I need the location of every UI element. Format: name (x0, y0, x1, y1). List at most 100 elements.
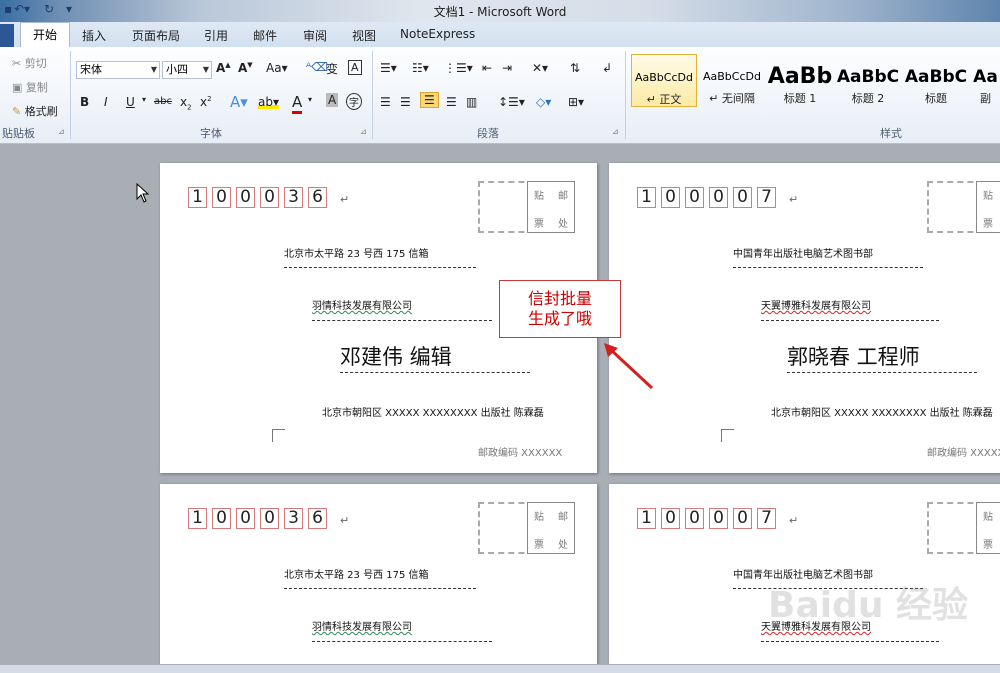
char-border-icon[interactable]: A (348, 60, 362, 75)
zip-digit: 0 (260, 187, 279, 208)
style-heading-1[interactable]: AaBb 标题 1 (767, 54, 833, 107)
stamp-text: 票 (534, 219, 544, 230)
line-spacing-icon[interactable]: ↕☰▾ (498, 95, 525, 109)
stamp-area: 贴 邮 票 处 (527, 502, 575, 554)
stamp-text: 邮 (558, 512, 568, 523)
style-subtitle[interactable]: Aa 副 (971, 54, 1000, 107)
font-launcher-icon[interactable]: ⊿ (360, 127, 367, 136)
style-heading-2[interactable]: AaBbC 标题 2 (835, 54, 901, 107)
address-underline (284, 588, 476, 589)
callout-line: 信封批量 (527, 289, 592, 308)
style-name: 副 (980, 92, 991, 105)
chevron-down-icon[interactable]: ▾ (308, 95, 312, 104)
style-title[interactable]: AaBbC 标题 (903, 54, 969, 107)
enclose-char-icon[interactable]: 字 (346, 93, 362, 110)
subscript-button[interactable]: x2 (180, 95, 192, 111)
clipboard-launcher-icon[interactable]: ⊿ (58, 127, 65, 136)
change-case-icon[interactable]: Aa▾ (266, 61, 288, 75)
multilevel-list-icon[interactable]: ⋮☰▾ (444, 61, 473, 75)
chinese-layout-icon[interactable]: ✕▾ (532, 61, 548, 75)
bullets-icon[interactable]: ☰▾ (380, 61, 397, 75)
sender-address: 北京市朝阳区 XXXXX XXXXXXXX 出版社 陈霖磊 (322, 408, 544, 419)
stamp-text: 处 (558, 219, 568, 230)
stamp-box: 贴 邮 票 处 (927, 181, 1000, 233)
envelope-page[interactable]: 1 0 0 0 3 6 ↵ 贴 邮 票 处 北京市太平路 23 号西 175 信… (160, 484, 597, 672)
justify-icon[interactable]: ☰ (446, 95, 457, 109)
superscript-button[interactable]: x2 (200, 95, 212, 109)
font-group-label: 字体 (200, 127, 222, 140)
font-color-icon[interactable]: A (292, 93, 303, 114)
clipboard-group-label: 贴贴板 (2, 127, 35, 140)
style-preview: AaBb (767, 64, 833, 89)
ribbon: ✂ 剪切 ▣ 复制 ✎ 格式刷 贴贴板 ⊿ 宋体 ▼ 小四 ▼ A▲ A▼ Aa▾ … (0, 47, 1000, 144)
decrease-indent-icon[interactable]: ⇤ (482, 61, 492, 75)
borders-icon[interactable]: ⊞▾ (568, 95, 584, 109)
align-left-icon[interactable]: ☰ (380, 95, 391, 109)
tab-mailings[interactable]: 邮件 (253, 27, 277, 44)
styles-group-label: 样式 (880, 127, 902, 140)
shrink-font-icon[interactable]: A▼ (238, 61, 253, 75)
paragraph-group-label: 段落 (477, 127, 499, 140)
callout-arrow-icon (604, 343, 654, 390)
zip-digit: 0 (709, 508, 728, 529)
tab-references[interactable]: 引用 (204, 27, 228, 44)
style-normal[interactable]: AaBbCcDd ↵ 正文 (631, 54, 697, 107)
sort-icon[interactable]: ⇅ (570, 61, 580, 75)
shading-icon[interactable]: ◇▾ (536, 95, 551, 109)
show-marks-icon[interactable]: ↲ (602, 61, 612, 75)
paragraph-mark-icon: ↵ (340, 193, 350, 206)
paragraph-mark-icon: ↵ (789, 193, 799, 206)
distributed-icon[interactable]: ▥ (466, 95, 477, 109)
margin-corner-mark (721, 429, 734, 442)
font-size-select[interactable]: 小四 ▼ (162, 61, 212, 79)
numbering-icon[interactable]: ☷▾ (412, 61, 429, 75)
tab-page-layout[interactable]: 页面布局 (132, 27, 180, 44)
copy-button[interactable]: ▣ 复制 (12, 79, 48, 95)
cut-button[interactable]: ✂ 剪切 (12, 55, 47, 71)
grow-font-icon[interactable]: A▲ (216, 61, 231, 75)
stamp-box: 贴 邮 票 处 (927, 502, 1000, 554)
align-right-icon[interactable]: ☰ (420, 92, 439, 108)
zip-digit: 1 (188, 187, 207, 208)
phonetic-guide-icon[interactable]: 变 (326, 60, 338, 77)
recipient-name: 邓建伟 编辑 (340, 345, 452, 369)
chevron-down-icon[interactable]: ▾ (142, 95, 146, 104)
envelope-page[interactable]: 1 0 0 0 0 7 ↵ 贴 邮 票 处 中国青年出版社电脑艺术图书部 天翼博… (609, 163, 1000, 473)
bold-button[interactable]: B (80, 95, 89, 109)
paragraph-mark-icon: ↵ (340, 514, 350, 527)
font-family-select[interactable]: 宋体 ▼ (76, 61, 160, 79)
zip-digit: 0 (685, 187, 704, 208)
stamp-area: 贴 邮 票 处 (976, 181, 1000, 233)
paragraph-launcher-icon[interactable]: ⊿ (612, 127, 619, 136)
format-painter-button[interactable]: ✎ 格式刷 (12, 103, 58, 119)
zip-digit: 0 (685, 508, 704, 529)
zip-digit: 0 (236, 508, 255, 529)
style-name: 标题 1 (783, 92, 817, 105)
highlight-icon[interactable]: ab▾ (258, 95, 279, 109)
zip-digit: 1 (637, 508, 656, 529)
char-shading-icon[interactable]: A (326, 93, 339, 107)
tab-home[interactable]: 开始 (20, 22, 70, 47)
zip-digit: 0 (212, 187, 231, 208)
chevron-down-icon: ▼ (202, 65, 209, 74)
style-no-spacing[interactable]: AaBbCcDd ↵ 无间隔 (699, 54, 765, 107)
recipient-address: 中国青年出版社电脑艺术图书部 (733, 249, 873, 260)
tab-view[interactable]: 视图 (352, 27, 376, 44)
tab-review[interactable]: 审阅 (303, 27, 327, 44)
align-center-icon[interactable]: ☰ (400, 95, 411, 109)
increase-indent-icon[interactable]: ⇥ (502, 61, 512, 75)
style-name: ↵ 正文 (646, 93, 682, 106)
address-underline (733, 267, 923, 268)
underline-button[interactable]: U (126, 95, 135, 109)
margin-corner-mark (272, 429, 285, 442)
stamp-text: 票 (534, 540, 544, 551)
text-effects-icon[interactable]: A▾ (230, 93, 248, 111)
tab-insert[interactable]: 插入 (82, 27, 106, 44)
company-underline (312, 320, 492, 321)
tab-noteexpress[interactable]: NoteExpress (400, 27, 475, 41)
file-tab[interactable] (0, 24, 14, 47)
strikethrough-button[interactable]: abc (154, 96, 172, 107)
company-underline (761, 320, 939, 321)
clear-format-icon[interactable]: ᴬ⌫ (306, 60, 328, 74)
italic-button[interactable]: I (104, 95, 108, 109)
